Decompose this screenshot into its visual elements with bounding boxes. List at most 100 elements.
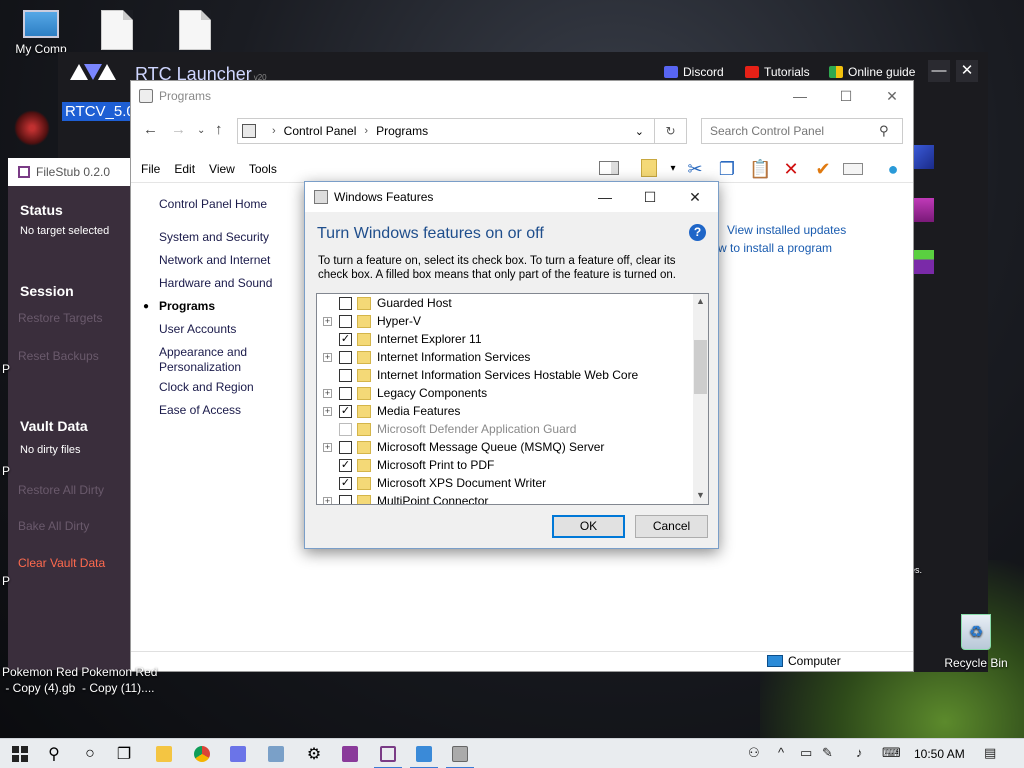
rtc-nav-online-guide[interactable]: Online guide [829, 63, 915, 81]
desktop-icon-file[interactable] [156, 10, 234, 54]
dialog-maximize-button[interactable]: ☐ [627, 182, 673, 212]
menu-view[interactable]: View [209, 162, 235, 176]
dialog-close-button[interactable]: ✕ [672, 182, 718, 212]
how-to-install-program-link[interactable]: w to install a program [718, 241, 832, 255]
feature-row[interactable]: ✓ Internet Explorer 11 [317, 330, 693, 348]
settings-gear-icon[interactable]: ⚙ [296, 739, 332, 768]
feature-row[interactable]: Guarded Host [317, 294, 693, 312]
breadcrumb-control-panel[interactable]: Control Panel [284, 124, 357, 138]
side-app-icon[interactable] [914, 198, 934, 222]
restore-targets-button[interactable]: Restore Targets [18, 311, 103, 325]
address-chevron-down-icon[interactable]: ⌄ [635, 125, 644, 138]
feature-checkbox[interactable] [339, 386, 352, 400]
feature-checkbox[interactable] [339, 368, 352, 382]
feature-checkbox[interactable]: ✓ [339, 332, 352, 346]
side-app-icon[interactable] [914, 145, 934, 169]
feature-row[interactable]: + Legacy Components [317, 384, 693, 402]
keyboard-icon[interactable]: ⌨ [882, 745, 901, 761]
view-installed-updates-link[interactable]: View installed updates [727, 223, 846, 237]
back-arrow-icon[interactable]: ← [143, 121, 158, 138]
sidebar-item-network-and-internet[interactable]: Network and Internet [159, 253, 270, 267]
rename-icon[interactable] [843, 159, 863, 179]
sidebar-item-system-and-security[interactable]: System and Security [159, 230, 269, 244]
expand-plus-icon[interactable]: + [323, 388, 332, 398]
reset-backups-button[interactable]: Reset Backups [18, 349, 99, 363]
feature-checkbox[interactable] [339, 440, 352, 454]
dialog-minimize-button[interactable]: — [582, 182, 628, 212]
feature-row[interactable]: + Hyper-V [317, 312, 693, 330]
desktop-icon-file[interactable] [78, 10, 156, 54]
notifications-icon[interactable]: ▤ [984, 745, 996, 761]
up-arrow-icon[interactable]: ↑ [215, 121, 223, 138]
pen-icon[interactable]: ✎ [822, 745, 833, 761]
tray-chevron-up-icon[interactable]: ^ [778, 745, 784, 760]
expand-plus-icon[interactable]: + [323, 316, 332, 326]
filestub-taskbar-icon[interactable] [370, 739, 406, 768]
clear-vault-button[interactable]: Clear Vault Data [18, 556, 105, 570]
refresh-icon[interactable]: ↻ [655, 118, 687, 144]
feature-checkbox[interactable] [339, 494, 352, 504]
network-icon[interactable]: ▭ [800, 745, 812, 761]
feature-checkbox[interactable] [339, 314, 352, 328]
sidebar-item-programs[interactable]: Programs [159, 299, 215, 313]
menu-file[interactable]: File [141, 162, 160, 176]
delete-icon[interactable]: ✕ [781, 159, 801, 179]
close-button[interactable]: ✕ [869, 81, 915, 111]
scroll-down-arrow-icon[interactable]: ▼ [693, 490, 708, 500]
menu-edit[interactable]: Edit [174, 162, 195, 176]
search-icon[interactable]: ⚲ [879, 123, 889, 139]
feature-row[interactable]: Internet Information Services Hostable W… [317, 366, 693, 384]
feature-row[interactable]: ✓ Microsoft Print to PDF [317, 456, 693, 474]
start-windows-icon[interactable] [2, 739, 38, 768]
feature-row[interactable]: + MultiPoint Connector [317, 492, 693, 504]
ok-button[interactable]: OK [552, 515, 625, 538]
emulator-icon[interactable] [332, 739, 368, 768]
cancel-button[interactable]: Cancel [635, 515, 708, 538]
menu-tools[interactable]: Tools [249, 162, 277, 176]
feature-checkbox[interactable]: ✓ [339, 404, 352, 418]
feature-checkbox[interactable]: ✓ [339, 458, 352, 472]
desktop-file-label[interactable]: - Copy (4).gb - Copy (11).... [2, 681, 154, 695]
file-explorer-icon[interactable] [146, 739, 182, 768]
volume-icon[interactable]: ♪ [856, 745, 863, 760]
feature-checkbox[interactable]: ✓ [339, 476, 352, 490]
search-input[interactable] [701, 118, 903, 144]
help-icon[interactable]: ? [689, 224, 706, 241]
rtc-nav-tutorials[interactable]: Tutorials [745, 63, 810, 81]
desktop-icon-recycle-bin[interactable]: ♻ Recycle Bin [940, 614, 1012, 670]
sidebar-item-clock-and-region[interactable]: Clock and Region [159, 380, 254, 394]
feature-tree-list[interactable]: + MultiPoint Connector ✓ Microsoft XPS Docu… [316, 293, 709, 505]
feature-checkbox[interactable] [339, 296, 352, 310]
feature-list-scrollbar[interactable]: ▲ ▼ [693, 294, 708, 504]
properties-icon[interactable] [639, 159, 659, 179]
breadcrumb-programs[interactable]: Programs [376, 124, 428, 138]
scroll-up-arrow-icon[interactable]: ▲ [693, 296, 708, 306]
expand-plus-icon[interactable]: + [323, 496, 332, 504]
feature-row[interactable]: + Microsoft Message Queue (MSMQ) Server [317, 438, 693, 456]
scroll-thumb[interactable] [694, 340, 707, 394]
paste-icon[interactable]: 📋 [749, 159, 771, 179]
sidebar-item-appearance-and-personalization[interactable]: Appearance and Personalization [159, 345, 269, 375]
control-panel-taskbar-icon[interactable] [442, 739, 478, 768]
people-icon[interactable]: ⚇ [748, 745, 760, 761]
rtc-close-button[interactable]: ✕ [956, 60, 978, 82]
properties-chevron-down-icon[interactable]: ▾ [663, 159, 683, 179]
desktop-app-icon[interactable] [14, 110, 50, 146]
cortana-icon[interactable]: ○ [72, 739, 108, 768]
feature-row[interactable]: + ✓ Media Features [317, 402, 693, 420]
sidebar-item-control-panel-home[interactable]: Control Panel Home [159, 197, 267, 211]
recent-chevron-down-icon[interactable]: ⌄ [197, 125, 205, 136]
rtc-minimize-button[interactable]: — [928, 60, 950, 82]
sidebar-item-user-accounts[interactable]: User Accounts [159, 322, 236, 336]
feature-row[interactable]: Microsoft Defender Application Guard [317, 420, 693, 438]
chrome-icon[interactable] [184, 739, 220, 768]
rtc-nav-discord[interactable]: Discord [664, 63, 724, 81]
clock[interactable]: 10:50 AM [914, 747, 965, 761]
sidebar-item-hardware-and-sound[interactable]: Hardware and Sound [159, 276, 272, 290]
cut-icon[interactable]: ✂ [685, 159, 705, 179]
feature-row[interactable]: ✓ Microsoft XPS Document Writer [317, 474, 693, 492]
bake-all-dirty-button[interactable]: Bake All Dirty [18, 519, 89, 533]
globe-icon[interactable]: ● [883, 159, 903, 179]
feature-checkbox[interactable] [339, 422, 352, 436]
expand-plus-icon[interactable]: + [323, 406, 332, 416]
